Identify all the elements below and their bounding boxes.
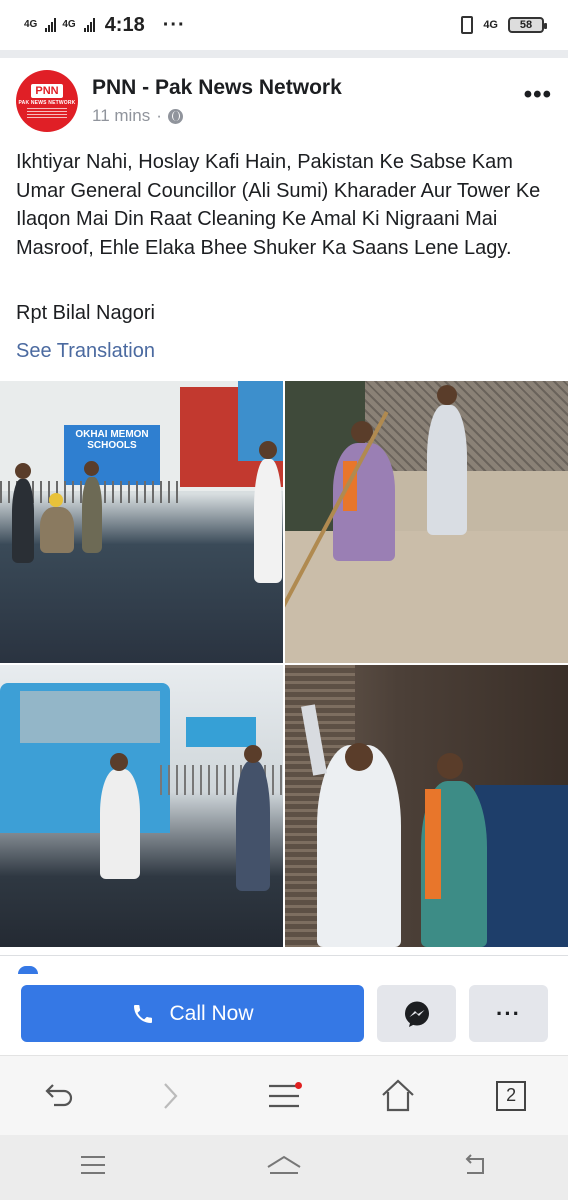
system-back-icon xyxy=(465,1154,484,1174)
messenger-button[interactable] xyxy=(377,985,456,1042)
system-back-button[interactable] xyxy=(459,1149,491,1186)
network-indicator-right: 4G xyxy=(483,19,498,31)
battery-icon: 58 xyxy=(508,17,547,33)
person-head xyxy=(110,753,128,771)
page-action-bar: Call Now ··· xyxy=(0,955,568,1055)
post-header: PNN PAK NEWS NETWORK PNN - Pak News Netw… xyxy=(0,58,568,144)
status-bar: 4G 4G 4:18 ··· 4G 58 xyxy=(0,0,568,50)
recent-apps-icon xyxy=(81,1156,106,1174)
battery-level: 58 xyxy=(519,19,533,31)
post-photo-1[interactable]: OKHAI MEMON SCHOOLS xyxy=(0,381,283,663)
status-right: 4G 58 xyxy=(461,16,547,34)
call-now-label: Call Now xyxy=(169,1001,254,1025)
post-text: Ikhtiyar Nahi, Hoslay Kafi Hain, Pakista… xyxy=(16,151,541,259)
person-head xyxy=(345,743,373,771)
person-head xyxy=(84,461,99,476)
notification-dots-icon: ··· xyxy=(162,13,186,36)
page-name[interactable]: PNN - Pak News Network xyxy=(92,76,524,100)
messenger-icon xyxy=(404,1001,429,1027)
tabs-button[interactable]: 2 xyxy=(481,1066,541,1126)
home-icon xyxy=(381,1078,414,1111)
post-header-text: PNN - Pak News Network 11 mins · xyxy=(92,76,524,126)
person-head xyxy=(15,463,31,479)
school-sign: OKHAI MEMON SCHOOLS xyxy=(64,425,160,485)
post-reporter: Rpt Bilal Nagori xyxy=(16,302,155,324)
avatar-lines xyxy=(27,108,67,118)
person xyxy=(100,769,140,879)
feed-divider xyxy=(0,50,568,58)
network-indicator-2: 4G xyxy=(62,19,76,30)
more-options-button[interactable]: ··· xyxy=(469,985,548,1042)
clock: 4:18 xyxy=(104,13,145,36)
notification-dot xyxy=(294,1081,302,1089)
back-button[interactable] xyxy=(27,1066,87,1126)
network-indicator-1: 4G xyxy=(24,19,38,30)
browser-toolbar: 2 xyxy=(0,1055,568,1135)
person-head xyxy=(437,753,463,779)
person xyxy=(12,479,34,563)
person xyxy=(82,477,102,553)
street xyxy=(285,531,568,663)
system-home-button[interactable] xyxy=(264,1149,304,1186)
recent-apps-button[interactable] xyxy=(77,1149,109,1186)
avatar-subtitle: PAK NEWS NETWORK xyxy=(18,100,76,106)
forward-arrow-icon xyxy=(164,1082,178,1109)
phone-icon xyxy=(131,1002,155,1026)
trash-bin xyxy=(475,785,568,947)
post-photo-2[interactable] xyxy=(285,381,568,663)
person xyxy=(317,745,401,947)
post-time[interactable]: 11 mins xyxy=(92,106,150,126)
status-left: 4G 4G 4:18 ··· xyxy=(24,14,186,37)
flags xyxy=(186,717,256,747)
reaction-icon xyxy=(18,966,38,974)
person-head xyxy=(49,493,63,507)
post-options-icon[interactable]: ••• xyxy=(524,81,552,109)
person xyxy=(40,507,74,553)
globe-icon xyxy=(167,108,183,124)
back-arrow-icon xyxy=(45,1083,72,1106)
forward-button[interactable] xyxy=(140,1066,200,1126)
person-head xyxy=(244,745,262,763)
page-avatar[interactable]: PNN PAK NEWS NETWORK xyxy=(16,70,78,132)
truck-windshield xyxy=(20,691,160,743)
person xyxy=(236,761,270,891)
person-head xyxy=(259,441,277,459)
meta-separator: · xyxy=(156,106,162,125)
call-now-button[interactable]: Call Now xyxy=(21,985,364,1042)
person-head xyxy=(437,385,457,405)
system-navigation-bar xyxy=(0,1135,568,1200)
see-translation-link[interactable]: See Translation xyxy=(16,340,155,363)
system-home-icon xyxy=(267,1155,301,1174)
post-photo-3[interactable] xyxy=(0,665,283,947)
post-meta: 11 mins · xyxy=(92,106,524,126)
person xyxy=(254,459,282,583)
safety-vest xyxy=(425,789,441,899)
post-photo-4[interactable] xyxy=(285,665,568,947)
vibrate-icon xyxy=(461,16,474,34)
menu-button[interactable] xyxy=(254,1066,314,1126)
home-button[interactable] xyxy=(368,1066,428,1126)
person xyxy=(427,405,467,535)
tab-count: 2 xyxy=(496,1080,527,1111)
avatar-logo: PNN xyxy=(31,84,63,98)
